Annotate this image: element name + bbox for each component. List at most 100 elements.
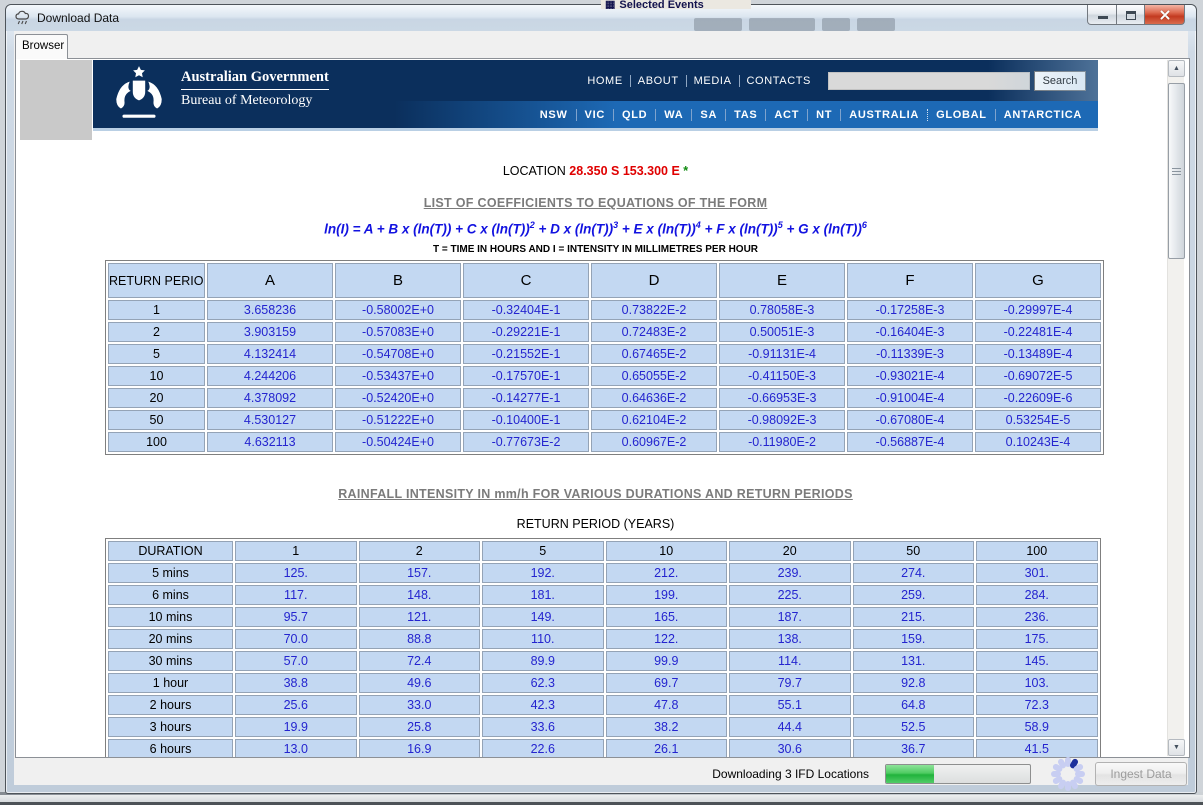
- value-cell: 148.: [359, 585, 481, 605]
- location-line: LOCATION 28.350 S 153.300 E *: [93, 164, 1098, 178]
- scroll-up-button[interactable]: ▲: [1168, 60, 1185, 77]
- value-cell: 0.67465E-2: [591, 344, 717, 364]
- bom-logo-text: Australian Government Bureau of Meteorol…: [181, 68, 329, 109]
- value-cell: 13.0: [235, 739, 357, 758]
- value-cell: 33.0: [359, 695, 481, 715]
- web-page: Australian Government Bureau of Meteorol…: [93, 60, 1098, 757]
- table-row: 6 hours13.016.922.626.130.636.741.5: [108, 739, 1098, 758]
- value-cell: 138.: [729, 629, 851, 649]
- value-cell: 0.64636E-2: [591, 388, 717, 408]
- header-underline: [93, 128, 1098, 131]
- bom-header: Australian Government Bureau of Meteorol…: [93, 60, 1098, 128]
- value-cell: 125.: [235, 563, 357, 583]
- value-cell: 0.65055E-2: [591, 366, 717, 386]
- value-cell: 99.9: [606, 651, 728, 671]
- value-cell: 4.632113: [207, 432, 333, 452]
- value-cell: 157.: [359, 563, 481, 583]
- nav-link-tas[interactable]: TAS: [734, 109, 757, 121]
- nav-link-contacts[interactable]: CONTACTS: [747, 75, 811, 87]
- value-cell: 117.: [235, 585, 357, 605]
- search-input[interactable]: [828, 72, 1030, 90]
- nav-link-sa[interactable]: SA: [700, 109, 717, 121]
- value-cell: 72.3: [976, 695, 1098, 715]
- maximize-button[interactable]: [1117, 5, 1145, 25]
- nav-link-global[interactable]: GLOBAL: [936, 109, 987, 121]
- value-cell: 0.60967E-2: [591, 432, 717, 452]
- browser-panel: Australian Government Bureau of Meteorol…: [15, 58, 1190, 758]
- ingest-data-button[interactable]: Ingest Data: [1095, 762, 1187, 786]
- value-cell: 22.6: [482, 739, 604, 758]
- value-cell: -0.77673E-2: [463, 432, 589, 452]
- column-header: 20: [729, 541, 851, 561]
- value-cell: 284.: [976, 585, 1098, 605]
- background-window-icon: ▦: [605, 0, 615, 9]
- column-header: 5: [482, 541, 604, 561]
- value-cell: 121.: [359, 607, 481, 627]
- value-cell: 57.0: [235, 651, 357, 671]
- value-cell: 192.: [482, 563, 604, 583]
- scroll-thumb[interactable]: [1168, 83, 1185, 259]
- column-header: 50: [853, 541, 975, 561]
- nav-separator: [613, 109, 614, 121]
- nav-link-nt[interactable]: NT: [816, 109, 832, 121]
- progress-bar: [885, 764, 1031, 784]
- tab-browser[interactable]: Browser: [15, 34, 68, 59]
- nav-link-australia[interactable]: AUSTRALIA: [849, 109, 919, 121]
- value-cell: -0.51222E+0: [335, 410, 461, 430]
- nav-link-home[interactable]: HOME: [587, 75, 622, 87]
- nav-link-qld[interactable]: QLD: [622, 109, 647, 121]
- value-cell: 52.5: [853, 717, 975, 737]
- equation-note: T = TIME IN HOURS AND I = INTENSITY IN M…: [93, 244, 1098, 255]
- value-cell: -0.16404E-3: [847, 322, 973, 342]
- bureau-title: Bureau of Meteorology: [181, 90, 329, 109]
- value-cell: 236.: [976, 607, 1098, 627]
- table-row: 5 mins125.157.192.212.239.274.301.: [108, 563, 1098, 583]
- value-cell: 4.530127: [207, 410, 333, 430]
- nav-separator: [739, 75, 740, 87]
- value-cell: 72.4: [359, 651, 481, 671]
- nav-link-media[interactable]: MEDIA: [694, 75, 732, 87]
- value-cell: 225.: [729, 585, 851, 605]
- scroll-down-button[interactable]: ▼: [1168, 739, 1185, 756]
- equation-text: ln(I) = A + B x (ln(T)) + C x (ln(T))2 +…: [93, 220, 1098, 237]
- nav-link-vic[interactable]: VIC: [585, 109, 605, 121]
- value-cell: -0.22609E-6: [975, 388, 1101, 408]
- row-header-cell: 50: [108, 410, 205, 430]
- value-cell: 187.: [729, 607, 851, 627]
- value-cell: 0.73822E-2: [591, 300, 717, 320]
- close-button[interactable]: [1145, 5, 1185, 25]
- vertical-scrollbar[interactable]: ▲ ▼: [1167, 60, 1184, 756]
- nav-separator: [765, 109, 766, 121]
- column-header: F: [847, 263, 973, 298]
- value-cell: -0.91131E-4: [719, 344, 845, 364]
- value-cell: 131.: [853, 651, 975, 671]
- nav-link-act[interactable]: ACT: [774, 109, 799, 121]
- row-header-cell: 6 mins: [108, 585, 233, 605]
- value-cell: -0.98092E-3: [719, 410, 845, 430]
- table-row: 1 hour38.849.662.369.779.792.8103.: [108, 673, 1098, 693]
- table-row: 10 mins95.7121.149.165.187.215.236.: [108, 607, 1098, 627]
- nav-link-wa[interactable]: WA: [664, 109, 683, 121]
- value-cell: 62.3: [482, 673, 604, 693]
- value-cell: 47.8: [606, 695, 728, 715]
- rainfall-heading: RAINFALL INTENSITY IN mm/h FOR VARIOUS D…: [93, 487, 1098, 501]
- row-header-cell: 2 hours: [108, 695, 233, 715]
- search-button[interactable]: Search: [1034, 71, 1086, 91]
- coefficients-table: RETURN PERIODABCDEFG13.658236-0.58002E+0…: [105, 260, 1104, 455]
- value-cell: -0.54708E+0: [335, 344, 461, 364]
- value-cell: 26.1: [606, 739, 728, 758]
- nav-separator: [807, 109, 808, 121]
- value-cell: 70.0: [235, 629, 357, 649]
- value-cell: -0.29997E-4: [975, 300, 1101, 320]
- value-cell: 55.1: [729, 695, 851, 715]
- nav-link-nsw[interactable]: NSW: [540, 109, 568, 121]
- minimize-icon: [1098, 16, 1108, 19]
- nav-link-antarctica[interactable]: ANTARCTICA: [1004, 109, 1082, 121]
- value-cell: 181.: [482, 585, 604, 605]
- value-cell: 16.9: [359, 739, 481, 758]
- nav-link-about[interactable]: ABOUT: [638, 75, 679, 87]
- row-header-cell: 1 hour: [108, 673, 233, 693]
- table-row: 20 mins70.088.8110.122.138.159.175.: [108, 629, 1098, 649]
- value-cell: 3.658236: [207, 300, 333, 320]
- minimize-button[interactable]: [1087, 5, 1117, 25]
